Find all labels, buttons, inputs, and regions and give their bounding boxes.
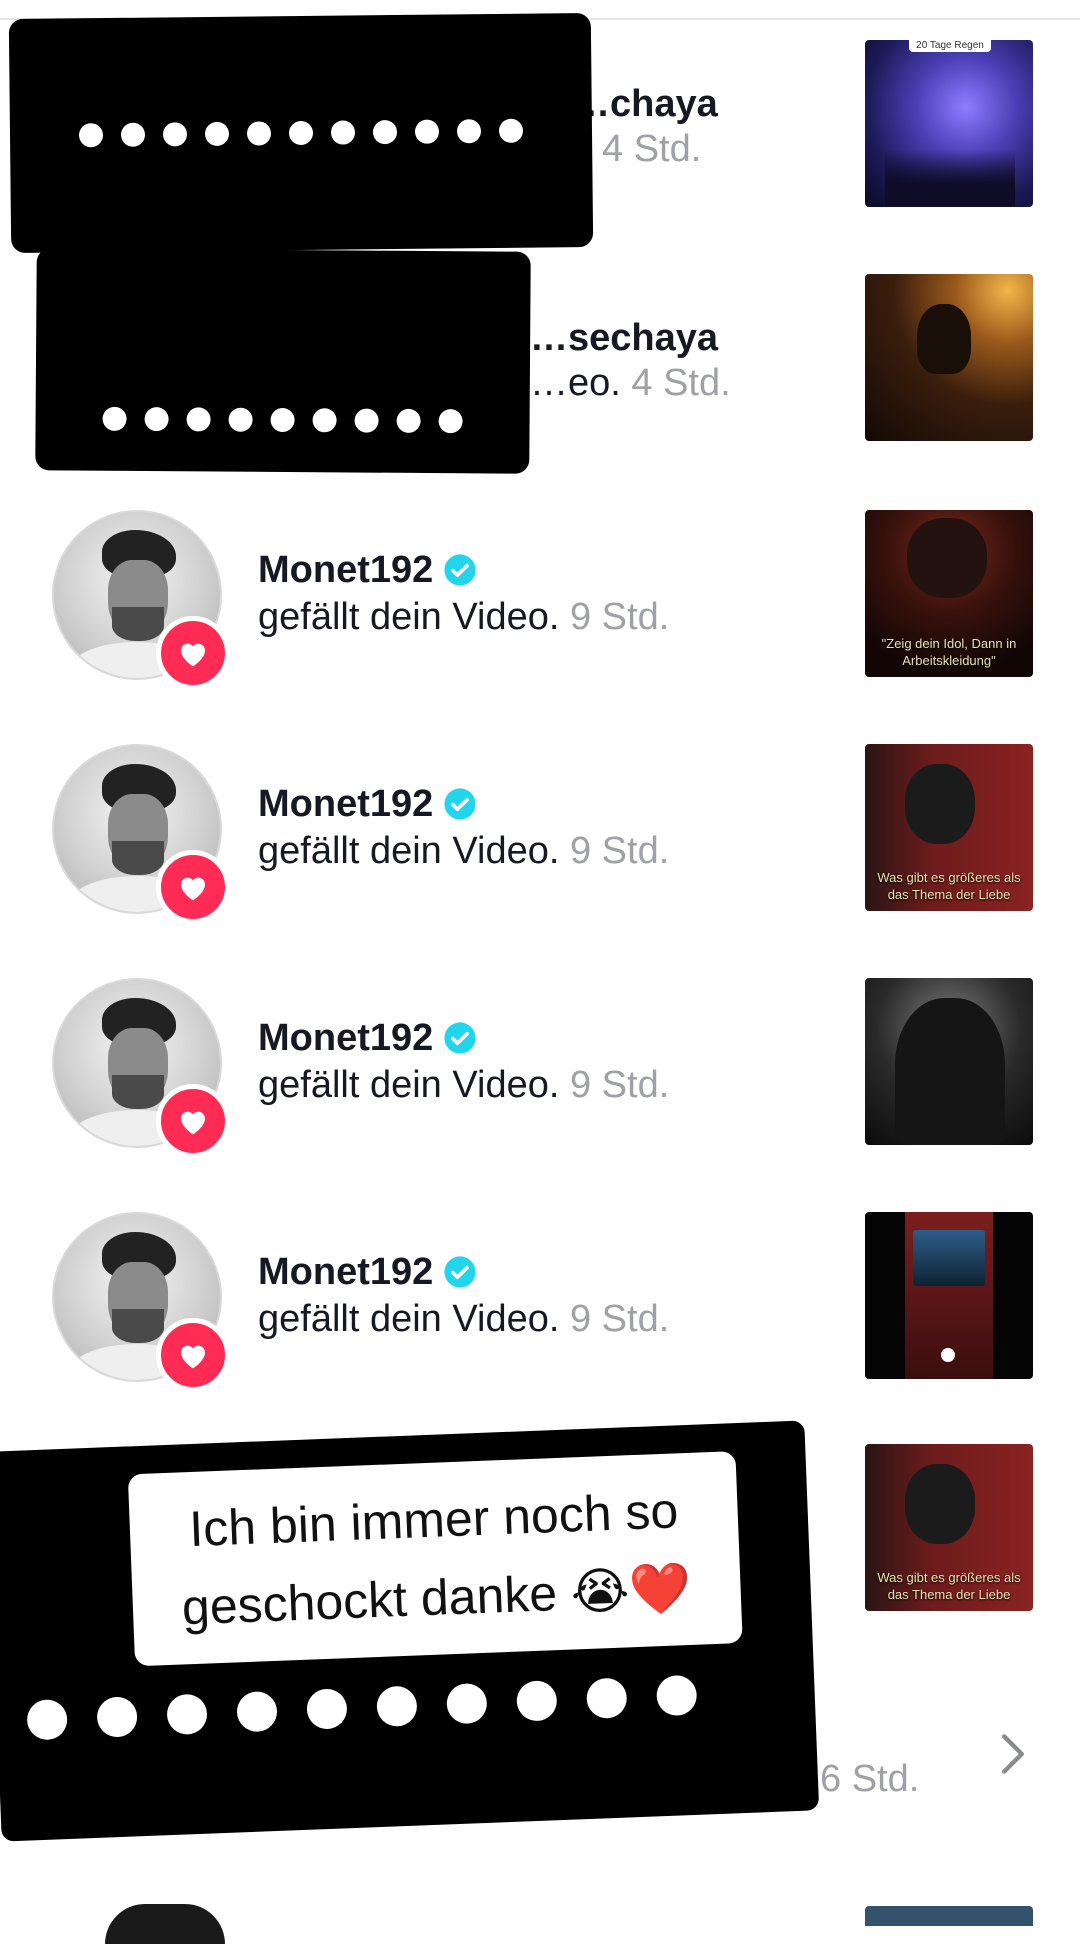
username-line[interactable]: Monet192 (258, 1014, 477, 1062)
chevron-right-icon[interactable] (996, 1732, 1030, 1776)
video-thumbnail[interactable]: Was gibt es größeres als das Thema der L… (865, 1444, 1033, 1611)
timestamp: 6 Std. (820, 1758, 920, 1800)
username[interactable]: …sechaya (530, 314, 718, 362)
verified-check-icon (444, 788, 476, 820)
figure-silhouette (917, 304, 971, 374)
thumbnail-caption: Was gibt es größeres als das Thema der L… (877, 1570, 1021, 1602)
avatar[interactable] (105, 1904, 225, 1944)
figure-silhouette (907, 518, 987, 598)
timestamp: 9 Std. (569, 830, 670, 872)
video-thumbnail[interactable]: Was gibt es größeres als das Thema der L… (865, 744, 1033, 911)
video-thumbnail[interactable]: "Zeig dein Idol, Dann in Arbeitskleidung… (865, 510, 1033, 677)
action-text: gefällt dein Video. 9 Std. (258, 596, 670, 638)
action-text: gefällt dein Video. 9 Std. (258, 830, 670, 872)
timestamp: 4 Std. (602, 128, 702, 170)
video-thumbnail[interactable] (865, 1906, 1033, 1926)
verified-check-icon (444, 1022, 476, 1054)
action-text: gefällt dein Video. 9 Std. (258, 1064, 670, 1106)
username-line[interactable]: Monet192 (258, 780, 477, 828)
notification-row[interactable]: Monet192 gefällt dein Video. 9 Std. "Zei… (0, 510, 1080, 744)
notification-row[interactable]: Monet192 gefällt dein Video. 9 Std. (0, 1212, 1080, 1446)
figure-silhouette (905, 764, 975, 844)
figure-silhouette (895, 998, 1005, 1145)
action-text: …eo. 4 Std. (530, 362, 731, 404)
username[interactable]: …chaya (572, 80, 718, 128)
redaction-block (8, 12, 594, 254)
notification-row[interactable]: Monet192 gefällt dein Video. 9 Std. Was … (0, 744, 1080, 978)
phone-screen (905, 1212, 993, 1379)
figure-silhouette (905, 1464, 975, 1544)
redaction-dots (26, 1674, 698, 1741)
heart-icon (156, 1318, 230, 1392)
heart-icon (156, 850, 230, 924)
caption-overlay: Ich bin immer noch so geschockt danke 😭❤… (0, 1420, 820, 1842)
video-thumbnail[interactable] (865, 1212, 1033, 1379)
timestamp: 9 Std. (569, 1064, 670, 1106)
username[interactable]: Monet192 (258, 1017, 433, 1060)
verified-check-icon (444, 1256, 476, 1288)
video-thumbnail[interactable] (865, 978, 1033, 1145)
username-line[interactable]: Monet192 (258, 1248, 477, 1296)
video-thumbnail[interactable]: 20 Tage Regen (865, 40, 1033, 207)
username[interactable]: Monet192 (258, 1251, 433, 1294)
redaction-block (35, 248, 531, 474)
caption-text: Ich bin immer noch so geschockt danke 😭❤… (127, 1451, 743, 1667)
username[interactable]: Monet192 (258, 549, 433, 592)
verified-check-icon (444, 554, 476, 586)
username[interactable]: Monet192 (258, 783, 433, 826)
notification-row[interactable]: Monet192 gefällt dein Video. 9 Std. (0, 978, 1080, 1212)
timestamp: 9 Std. (569, 1298, 670, 1340)
thumbnail-caption: "Zeig dein Idol, Dann in Arbeitskleidung… (881, 636, 1017, 668)
thumbnail-caption: Was gibt es größeres als das Thema der L… (877, 870, 1021, 902)
crowd-silhouette (885, 150, 1015, 207)
timestamp: 9 Std. (569, 596, 670, 638)
video-thumbnail[interactable] (865, 274, 1033, 441)
thumbnail-label: 20 Tage Regen (909, 40, 991, 52)
heart-icon (156, 616, 230, 690)
username-line[interactable]: Monet192 (258, 546, 477, 594)
heart-icon (156, 1084, 230, 1158)
action-text: gefällt dein Video. 9 Std. (258, 1298, 670, 1340)
